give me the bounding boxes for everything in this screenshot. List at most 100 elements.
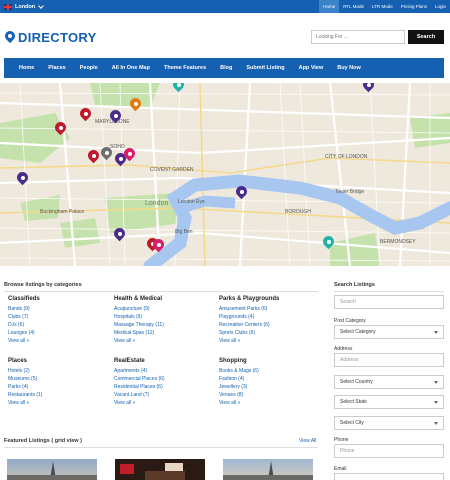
header-search-button[interactable]: Search	[408, 30, 444, 44]
state-select-value: Select State	[340, 399, 367, 405]
map-marker-icon[interactable]	[77, 105, 94, 122]
category-link[interactable]: Amusement Parks (6)	[219, 305, 319, 313]
email-label: Email	[334, 466, 347, 472]
category-link[interactable]: Medical Spas (12)	[114, 329, 214, 337]
category-link[interactable]: Residential Places (6)	[114, 383, 214, 391]
interior-image	[120, 463, 185, 480]
map-marker-icon[interactable]	[170, 83, 187, 93]
chevron-down-icon	[38, 2, 45, 9]
view-all-link[interactable]: View all »	[114, 337, 214, 345]
top-link-home[interactable]: Home	[319, 0, 340, 13]
sidebar-title: Search Listings	[334, 282, 375, 288]
header-search-input[interactable]	[311, 30, 405, 44]
category-link[interactable]: Fashion (4)	[219, 375, 319, 383]
category-link[interactable]: Parks (4)	[8, 383, 108, 391]
post-category-label: Post Category	[334, 318, 366, 324]
category-link[interactable]: Books & Mags (6)	[219, 367, 319, 375]
chevron-down-icon	[434, 330, 438, 334]
nav-all-in-one-map[interactable]: All In One Map	[105, 65, 157, 71]
divider	[4, 447, 318, 448]
map-label-london: London	[145, 200, 168, 207]
location-label: London	[15, 3, 36, 10]
view-all-link[interactable]: View all »	[8, 399, 108, 407]
category-link[interactable]: Clubs (7)	[8, 313, 108, 321]
email-input[interactable]	[334, 473, 444, 480]
map-marker-icon[interactable]	[121, 145, 138, 162]
map-label-soho: SOHO	[110, 144, 125, 150]
view-all-link[interactable]: View all »	[114, 399, 214, 407]
category-link[interactable]: DJs (6)	[8, 321, 108, 329]
address-placeholder: Address	[340, 357, 359, 363]
featured-thumbnail[interactable]	[115, 459, 205, 480]
map-marker-icon[interactable]	[85, 147, 102, 164]
top-link-ltr-mode[interactable]: LTR Mode	[368, 0, 397, 13]
category-link[interactable]: Bands (9)	[8, 305, 108, 313]
category-link[interactable]: Massage Therapy (11)	[114, 321, 214, 329]
category-link[interactable]: Museums (5)	[8, 375, 108, 383]
category-link[interactable]: Recreation Centers (6)	[219, 321, 319, 329]
map-marker-icon[interactable]	[127, 95, 144, 112]
map-marker-icon[interactable]	[233, 183, 250, 200]
nav-people[interactable]: People	[73, 65, 105, 71]
map-label-tower-bridge: Tower Bridge	[335, 189, 364, 195]
map-marker-icon[interactable]	[52, 119, 69, 136]
address-input[interactable]: Address	[334, 353, 444, 367]
category-heading: Parks & Playgrounds	[219, 296, 280, 302]
top-link-pricing-plans[interactable]: Pricing Plans	[397, 0, 431, 13]
view-all-link[interactable]: View all »	[219, 337, 319, 345]
category-link[interactable]: Commercial Places (6)	[114, 375, 214, 383]
divider	[334, 291, 444, 292]
map-label-big-ben: Big Ben	[175, 229, 193, 235]
state-select[interactable]: Select State	[334, 395, 444, 409]
view-all-link[interactable]: View all »	[8, 337, 108, 345]
category-link[interactable]: Lounges (4)	[8, 329, 108, 337]
address-label: Address	[334, 346, 353, 352]
nav-submit-listing[interactable]: Submit Listing	[239, 65, 291, 71]
nav-theme-features[interactable]: Theme Features	[157, 65, 213, 71]
map-marker-icon[interactable]	[360, 83, 377, 93]
map-label-london-eye: London Eye	[178, 199, 205, 205]
nav-app-view[interactable]: App View	[292, 65, 331, 71]
top-link-login[interactable]: Login	[431, 0, 450, 13]
city-select[interactable]: Select City	[334, 416, 444, 430]
map-label-covent-garden: COVENT GARDEN	[150, 167, 194, 173]
category-group-places: Places Hotels (2) Museums (5) Parks (4) …	[8, 358, 108, 407]
site-logo[interactable]: DIRECTORY	[2, 28, 97, 45]
view-all-link[interactable]: View all »	[219, 399, 319, 407]
category-link[interactable]: Jewellery (3)	[219, 383, 319, 391]
country-select[interactable]: Select Country	[334, 375, 444, 389]
category-link[interactable]: Venues (8)	[219, 391, 319, 399]
category-link[interactable]: Hospitals (9)	[114, 313, 214, 321]
category-link[interactable]: Restaurants (1)	[8, 391, 108, 399]
listings-map[interactable]: MARYLEBONE London Eye COVENT GARDEN Lond…	[0, 83, 450, 266]
map-marker-icon[interactable]	[111, 225, 128, 242]
featured-thumbnail[interactable]	[223, 459, 313, 480]
category-link[interactable]: Acupuncture (9)	[114, 305, 214, 313]
map-marker-icon[interactable]	[14, 169, 31, 186]
map-marker-icon[interactable]	[150, 236, 167, 253]
categories-title: Browse listings by categories	[4, 282, 82, 288]
category-link[interactable]: Vacant Land (7)	[114, 391, 214, 399]
map-marker-icon[interactable]	[107, 107, 124, 124]
nav-home[interactable]: Home	[12, 65, 41, 71]
category-link[interactable]: Sports Clubs (6)	[219, 329, 319, 337]
top-link-rtl-mode[interactable]: RTL Mode	[339, 0, 368, 13]
category-link[interactable]: Hotels (2)	[8, 367, 108, 375]
featured-view-all-link[interactable]: View All	[299, 438, 316, 444]
category-link[interactable]: Playgrounds (4)	[219, 313, 319, 321]
sidebar-search-input[interactable]: Search	[334, 295, 444, 309]
map-background: MARYLEBONE London Eye COVENT GARDEN Lond…	[0, 83, 450, 266]
map-label-city-of-london: CITY OF LONDON	[325, 154, 368, 160]
map-marker-icon[interactable]	[98, 144, 115, 161]
nav-places[interactable]: Places	[41, 65, 72, 71]
featured-thumbnail[interactable]	[7, 459, 97, 480]
nav-blog[interactable]: Blog	[213, 65, 239, 71]
phone-input[interactable]: Phone	[334, 444, 444, 458]
nav-buy-now[interactable]: Buy Now	[330, 65, 368, 71]
category-group-health-medical: Health & Medical Acupuncture (9) Hospita…	[114, 296, 214, 345]
map-marker-icon[interactable]	[320, 233, 337, 250]
location-selector[interactable]: London	[4, 2, 45, 11]
category-link[interactable]: Apartments (4)	[114, 367, 214, 375]
map-label-bermondsey: BERMONDSEY	[380, 239, 416, 245]
category-select[interactable]: Select Category	[334, 325, 444, 339]
